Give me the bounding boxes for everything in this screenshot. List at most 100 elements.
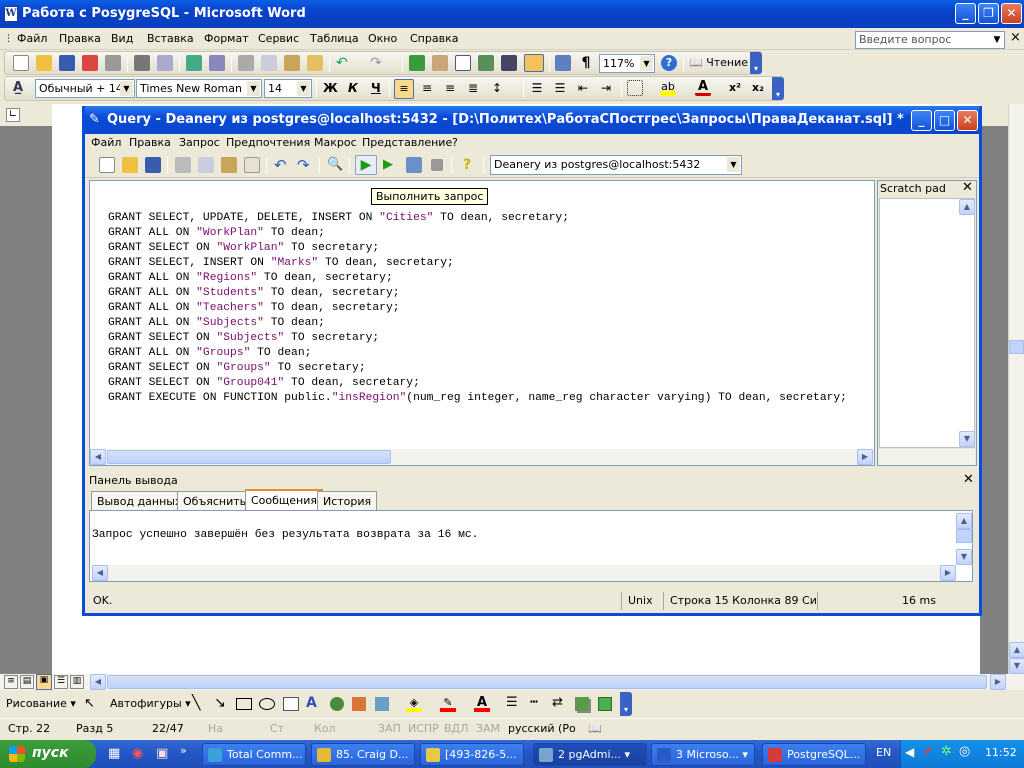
minimize-button[interactable]: _ [955,3,976,24]
toolbar-options-icon[interactable]: ▾ [620,692,632,716]
undo-icon[interactable]: ↶ [336,55,352,71]
help-icon[interactable]: ? [459,157,475,173]
code-line[interactable]: GRANT SELECT ON "WorkPlan" TO secretary; [108,242,379,254]
scroll-left-icon[interactable]: ◀ [92,565,108,581]
code-line[interactable]: GRANT ALL ON "WorkPlan" TO dean; [108,227,325,239]
execute-query-button[interactable]: ▶ [355,155,377,175]
query-minimize-button[interactable]: _ [911,110,932,131]
reading-layout-button[interactable]: 📖 Чтение [689,56,748,69]
query-menu-preferences[interactable]: Предпочтения [226,136,310,149]
query-menu-view[interactable]: Представление [362,136,452,149]
status-ovr[interactable]: ЗАМ [476,722,500,735]
next-page-icon[interactable]: ▼ [1009,658,1024,674]
query-maximize-button[interactable]: □ [934,110,955,131]
task-postgresql[interactable]: PostgreSQL... [762,743,866,766]
close-button[interactable]: ✕ [1001,3,1022,24]
bullets-icon[interactable]: ☰ [552,80,568,96]
start-button[interactable]: пуск [0,740,96,768]
close-document-icon[interactable]: × [1010,30,1021,45]
menu-edit[interactable]: Правка [59,32,101,45]
scroll-up-icon[interactable]: ▲ [956,513,972,529]
tab-explain[interactable]: Объяснить [177,491,253,510]
superscript-icon[interactable]: x² [727,80,743,96]
chevron-down-icon[interactable]: ▼ [727,157,740,172]
clipart-icon[interactable] [352,697,366,711]
status-trk[interactable]: ИСПР [408,722,439,735]
email-icon[interactable] [105,55,121,71]
query-menu-file[interactable]: Файл [91,136,121,149]
toolbar-options-icon[interactable]: ▾ [772,77,784,100]
font-color-icon[interactable]: A [474,695,490,712]
cancel-query-icon[interactable] [431,159,443,171]
scroll-left-icon[interactable]: ◀ [90,674,106,690]
code-line[interactable]: GRANT ALL ON "Groups" TO dean; [108,347,311,359]
zoom-combo[interactable]: 117% ▼ [599,54,655,73]
align-right-icon[interactable]: ≡ [442,80,458,96]
language-indicator[interactable]: EN [876,746,891,759]
bold-button[interactable]: Ж [323,81,338,95]
query-menu-help[interactable]: ? [452,136,458,149]
line-spacing-icon[interactable]: ↕ [489,80,505,96]
print-preview-icon[interactable] [157,55,173,71]
tab-stop-selector[interactable]: ∟ [6,108,20,122]
menu-view[interactable]: Вид [111,32,133,45]
query-menu-edit[interactable]: Правка [129,136,171,149]
scroll-down-icon[interactable]: ▼ [959,431,975,447]
status-ext[interactable]: ВДЛ [444,722,468,735]
clear-icon[interactable] [244,157,260,173]
clock[interactable]: 11:52 [985,746,1017,759]
print-icon[interactable] [134,55,150,71]
hyperlink-icon[interactable] [409,55,425,71]
paste-icon[interactable] [284,55,300,71]
scroll-thumb[interactable] [107,450,391,464]
outline-view-icon[interactable]: ☰ [54,675,68,689]
task-pgadmin[interactable]: 2 pgAdmi... ▾ [533,743,647,766]
task-craig[interactable]: 85. Craig D... [311,743,415,766]
code-line[interactable]: GRANT ALL ON "Teachers" TO dean, secreta… [108,302,400,314]
print-layout-icon[interactable]: ▣ [36,674,52,690]
textbox-icon[interactable] [283,697,299,711]
document-vertical-scrollbar[interactable]: ▲ ▼ [1008,104,1024,674]
insert-table-icon[interactable] [455,55,471,71]
style-combo[interactable]: Обычный + 14 г ▼ [35,79,135,98]
scratch-pad-textarea[interactable]: ▲ ▼ [879,198,975,448]
messages-output[interactable]: Запрос успешно завершён без результата в… [89,510,973,582]
execute-to-file-icon[interactable]: ▶ [383,157,399,173]
picture-icon[interactable] [375,697,389,711]
wordart-icon[interactable]: A [306,695,317,711]
find-icon[interactable]: 🔍 [327,157,343,173]
scroll-right-icon[interactable]: ▶ [990,674,1006,690]
rectangle-icon[interactable] [236,698,252,710]
quicklaunch-expand-icon[interactable]: » [180,744,187,757]
line-color-icon[interactable]: ✎ [440,696,456,712]
previous-page-icon[interactable]: ▲ [1009,642,1024,658]
oval-icon[interactable] [259,698,275,710]
task-493[interactable]: [493-826-5... [420,743,524,766]
query-title-bar[interactable]: ✎ Query - Deanery из postgres@localhost:… [85,106,979,134]
code-line[interactable]: GRANT EXECUTE ON FUNCTION public."insReg… [108,392,847,404]
dash-style-icon[interactable]: ┅ [530,695,538,710]
scroll-right-icon[interactable]: ▶ [940,565,956,581]
save-file-icon[interactable] [145,157,161,173]
normal-view-icon[interactable]: ≡ [4,675,18,689]
styles-icon[interactable]: A̲ [13,80,29,96]
document-map-icon[interactable] [555,55,571,71]
menu-insert[interactable]: Вставка [147,32,194,45]
scroll-thumb[interactable] [1009,340,1024,354]
network-icon[interactable]: ✲ [941,744,952,759]
underline-button[interactable]: Ч [371,81,381,95]
status-rec[interactable]: ЗАП [378,722,401,735]
insert-excel-icon[interactable] [478,55,494,71]
subscript-icon[interactable]: x₂ [750,80,766,96]
spelling-status-icon[interactable]: 📖 [588,722,602,735]
scroll-up-icon[interactable]: ▲ [959,199,975,215]
scratch-horizontal-scrollbar[interactable] [879,449,975,465]
tab-messages[interactable]: Сообщения [245,489,324,511]
messages-horizontal-scrollbar[interactable]: ◀ ▶ [92,565,956,581]
open-file-icon[interactable] [122,157,138,173]
chevron-down-icon[interactable]: ▼ [990,32,1004,48]
decrease-indent-icon[interactable]: ⇤ [575,80,591,96]
arrow-icon[interactable]: ↘ [214,695,226,711]
permission-icon[interactable] [82,55,98,71]
chevron-down-icon[interactable]: ▼ [120,81,133,96]
